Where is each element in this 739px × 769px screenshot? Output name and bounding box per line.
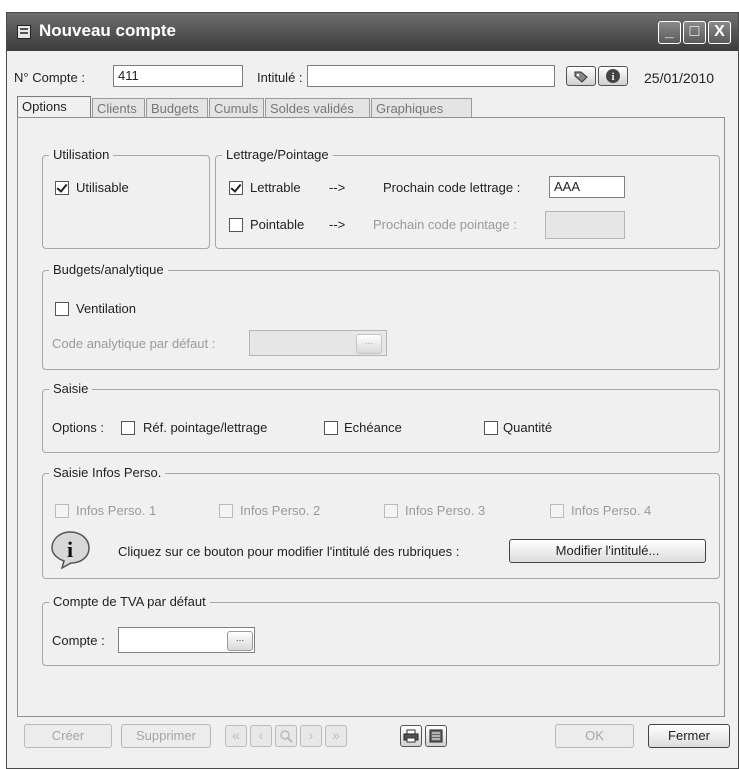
tab-soldes-valides[interactable]: Soldes validés <box>265 98 370 118</box>
ref-pointage-checkbox[interactable] <box>121 421 135 435</box>
preview-icon <box>429 729 443 743</box>
intitule-label: Intitulé : <box>257 70 303 85</box>
lettrage-legend: Lettrage/Pointage <box>222 147 333 162</box>
saisie-options-label: Options : <box>52 420 105 435</box>
ref-pointage-label: Réf. pointage/lettrage <box>143 420 268 435</box>
previous-record-icon[interactable]: ‹ <box>250 725 272 747</box>
supprimer-button[interactable]: Supprimer <box>121 724 211 748</box>
infos-perso-group: Saisie Infos Perso. <box>42 465 720 579</box>
info-button[interactable]: i <box>598 66 628 86</box>
infos-perso-3-checkbox[interactable] <box>384 504 398 518</box>
ok-button[interactable]: OK <box>555 724 634 748</box>
utilisation-legend: Utilisation <box>49 147 114 162</box>
creer-button[interactable]: Créer <box>24 724 112 748</box>
lettrable-label: Lettrable <box>250 180 301 195</box>
quantite-label: Quantité <box>503 420 553 435</box>
infos-perso-1-label: Infos Perso. 1 <box>76 503 157 518</box>
info-bubble-glyph: i <box>67 537 73 562</box>
app-icon <box>17 25 31 39</box>
infos-perso-1-checkbox[interactable] <box>55 504 69 518</box>
infos-perso-3-label: Infos Perso. 3 <box>405 503 486 518</box>
utilisable-label: Utilisable <box>76 180 129 195</box>
ventilation-label: Ventilation <box>76 301 136 316</box>
echeance-label: Echéance <box>344 420 402 435</box>
info-icon: i <box>606 69 620 83</box>
budgets-legend: Budgets/analytique <box>49 262 168 277</box>
info-bubble-icon: i <box>51 531 90 570</box>
quantite-checkbox[interactable] <box>484 421 498 435</box>
code-analytique-browse-button[interactable]: ... <box>356 334 382 354</box>
date-label: 25/01/2010 <box>644 70 715 86</box>
tab-options[interactable]: Options <box>17 96 91 118</box>
last-record-icon[interactable]: » <box>325 725 347 747</box>
infos-perso-legend: Saisie Infos Perso. <box>49 465 166 480</box>
first-record-icon[interactable]: « <box>225 725 247 747</box>
infos-perso-4-label: Infos Perso. 4 <box>571 503 652 518</box>
pointable-arrow: --> <box>329 217 346 232</box>
infos-perso-2-label: Infos Perso. 2 <box>240 503 321 518</box>
tab-budgets[interactable]: Budgets <box>146 98 208 118</box>
lettrable-checkbox[interactable] <box>229 181 243 195</box>
prochain-lettrage-label: Prochain code lettrage : <box>383 180 521 195</box>
tab-graphiques[interactable]: Graphiques <box>371 98 472 118</box>
tab-cumuls[interactable]: Cumuls <box>209 98 264 118</box>
utilisable-checkbox[interactable] <box>55 181 69 195</box>
tva-browse-button[interactable]: ... <box>227 631 253 651</box>
lettrable-arrow: --> <box>329 180 346 195</box>
pointable-label: Pointable <box>250 217 305 232</box>
echeance-checkbox[interactable] <box>324 421 338 435</box>
print-button[interactable] <box>400 725 422 747</box>
svg-text:i: i <box>612 72 615 83</box>
window-title: Nouveau compte <box>39 21 176 40</box>
fermer-button[interactable]: Fermer <box>648 724 730 748</box>
modifier-intitule-button[interactable]: Modifier l'intitulé... <box>509 539 706 563</box>
tab-clients[interactable]: Clients <box>92 98 145 118</box>
utilisation-group: Utilisation <box>42 147 210 249</box>
infos-perso-2-checkbox[interactable] <box>219 504 233 518</box>
printer-icon <box>403 729 419 743</box>
tag-button[interactable] <box>566 66 596 86</box>
pointable-checkbox[interactable] <box>229 218 243 232</box>
prochain-pointage-input[interactable] <box>545 211 625 239</box>
compte-input[interactable]: 411 <box>113 65 243 87</box>
prochain-lettrage-input[interactable]: AAA <box>549 176 625 198</box>
maximize-button[interactable]: □ <box>683 21 706 44</box>
search-record-icon[interactable] <box>275 725 297 747</box>
ventilation-checkbox[interactable] <box>55 302 69 316</box>
infos-perso-4-checkbox[interactable] <box>550 504 564 518</box>
saisie-legend: Saisie <box>49 381 93 396</box>
code-analytique-label: Code analytique par défaut : <box>52 336 216 351</box>
preview-button[interactable] <box>425 725 447 747</box>
intitule-input[interactable] <box>307 65 555 87</box>
minimize-button[interactable]: _ <box>658 21 681 44</box>
title-bar[interactable]: Nouveau compte _ □ X <box>7 13 738 51</box>
prochain-pointage-label: Prochain code pointage : <box>373 217 517 232</box>
lettrage-group: Lettrage/Pointage <box>215 147 720 249</box>
infos-perso-message: Cliquez sur ce bouton pour modifier l'in… <box>118 544 460 559</box>
next-record-icon[interactable]: › <box>300 725 322 747</box>
tva-legend: Compte de TVA par défaut <box>49 594 210 609</box>
close-button[interactable]: X <box>708 21 731 44</box>
tag-icon <box>574 71 588 83</box>
compte-label: N° Compte : <box>14 70 85 85</box>
tva-compte-label: Compte : <box>52 633 105 648</box>
